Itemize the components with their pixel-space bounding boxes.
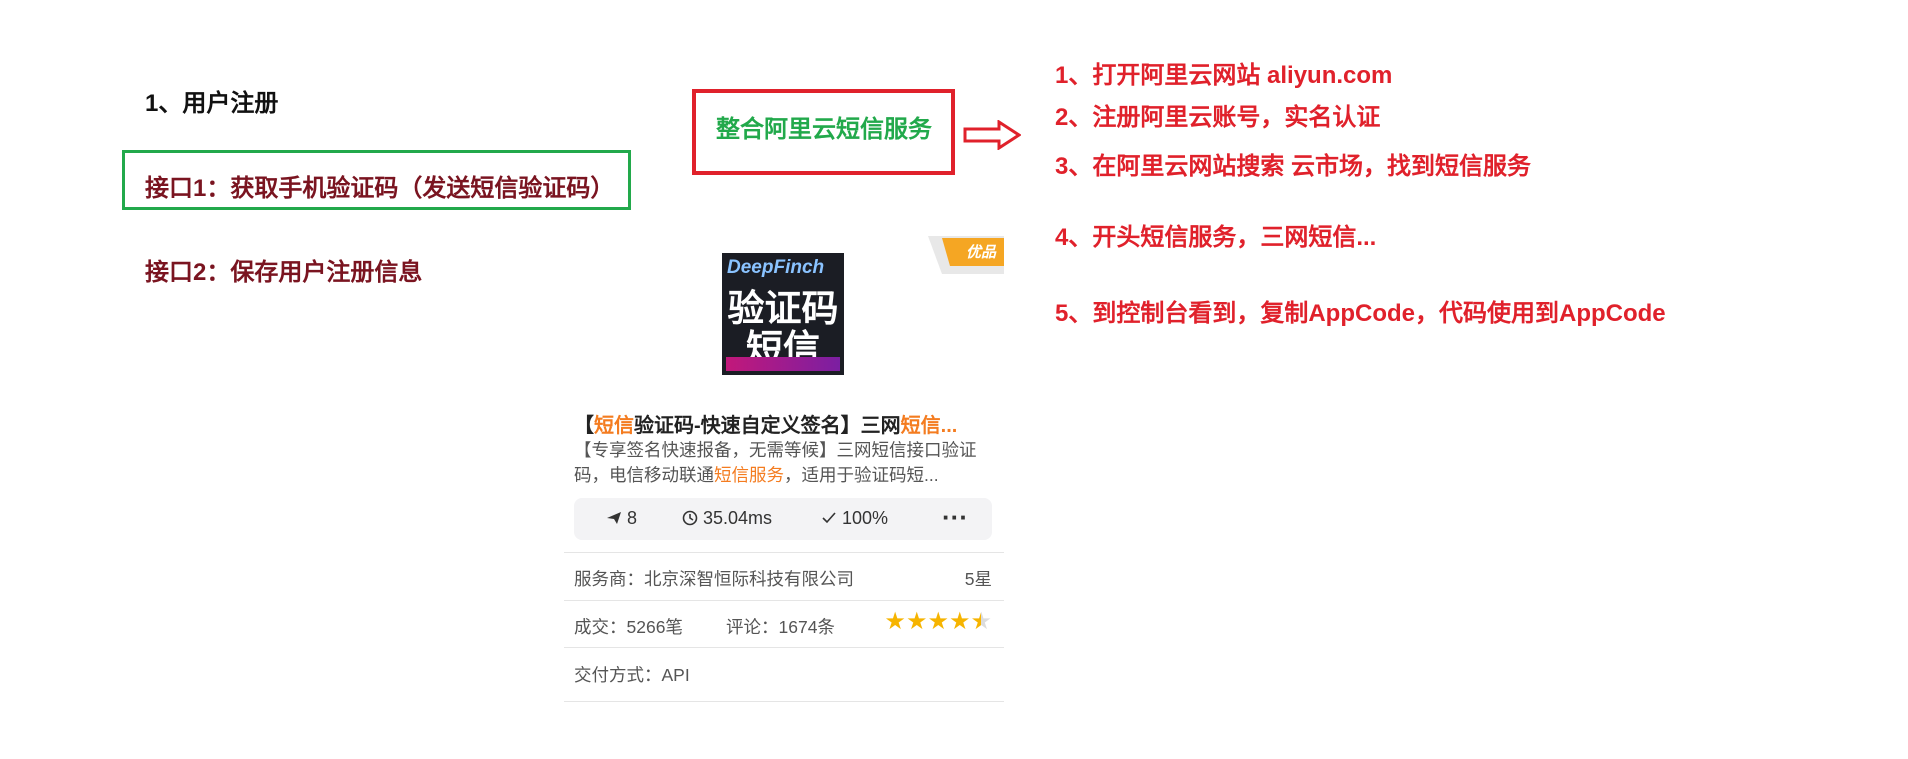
product-title[interactable]: 【短信验证码-快速自定义签名】三网短信... [574, 409, 957, 438]
success-stat: 100% [821, 508, 888, 529]
check-icon [822, 512, 836, 524]
section-title: 1、用户注册 [145, 90, 279, 117]
comments-count: 评论：1674条 [726, 617, 835, 637]
title-part: 验证码-快速自定义签名】三网 [634, 415, 901, 437]
success-rate: 100% [842, 508, 889, 528]
divider [564, 552, 1004, 553]
right-arrow-icon [963, 120, 1021, 150]
step-2: 2、注册阿里云账号，实名认证 [1055, 104, 1381, 131]
integration-title: 整合阿里云短信服务 [716, 116, 932, 143]
latency-value: 35.04ms [703, 508, 773, 528]
api-item-2: 接口2：保存用户注册信息 [145, 259, 423, 286]
divider [564, 701, 1004, 702]
divider [564, 600, 1004, 601]
divider [564, 647, 1004, 648]
step-1: 1、打开阿里云网站 aliyun.com [1055, 62, 1393, 89]
delivery-method: 交付方式：API [574, 665, 690, 685]
vendor-label: 服务商：北京深智恒际科技有限公司 [574, 569, 854, 589]
step-5: 5、到控制台看到，复制AppCode，代码使用到AppCode [1055, 300, 1666, 327]
step-4: 4、开头短信服务，三网短信... [1055, 224, 1377, 251]
clock-icon [682, 510, 698, 526]
product-card[interactable]: 优品 DeepFinch 验证码 短信 【短信验证码-快速自定义签名】三网短信.… [562, 236, 1004, 702]
star-icon: ★ [948, 608, 971, 635]
title-part: 【 [574, 415, 594, 437]
desc-part: ，适用于验证码短... [784, 465, 939, 485]
send-stat: 8 [606, 508, 637, 529]
star-icon: ★ [927, 608, 949, 635]
send-count: 8 [627, 508, 638, 528]
thumb-line-1: 验证码 [727, 288, 839, 329]
star-icon: ★ [970, 608, 992, 635]
product-thumbnail[interactable]: DeepFinch 验证码 短信 [722, 253, 844, 375]
rating-label: 5星 [964, 569, 992, 589]
brand-logo: DeepFinch [727, 257, 825, 278]
latency-stat: 35.04ms [682, 508, 772, 529]
step-3: 3、在阿里云网站搜索 云市场，找到短信服务 [1055, 153, 1532, 180]
deals-count: 成交：5266笔 [574, 617, 683, 637]
desc-highlight: 短信服务 [714, 465, 784, 485]
thumb-banner [726, 357, 840, 371]
star-icon: ★ [884, 608, 906, 635]
title-highlight: 短信 [594, 415, 634, 437]
product-description: 【专享签名快速报备，无需等候】三网短信接口验证码，电信移动联通短信服务，适用于验… [574, 438, 994, 488]
send-icon [607, 512, 621, 524]
star-icon: ★ [905, 608, 928, 635]
star-rating: ★★★★★ [884, 610, 992, 634]
api-item-1: 接口1：获取手机验证码（发送短信验证码） [145, 175, 615, 202]
premium-badge: 优品 [965, 244, 996, 261]
title-highlight: 短信... [900, 415, 958, 437]
more-icon[interactable]: ··· [942, 502, 968, 533]
stats-bar: 8 35.04ms 100% ··· [574, 498, 992, 540]
